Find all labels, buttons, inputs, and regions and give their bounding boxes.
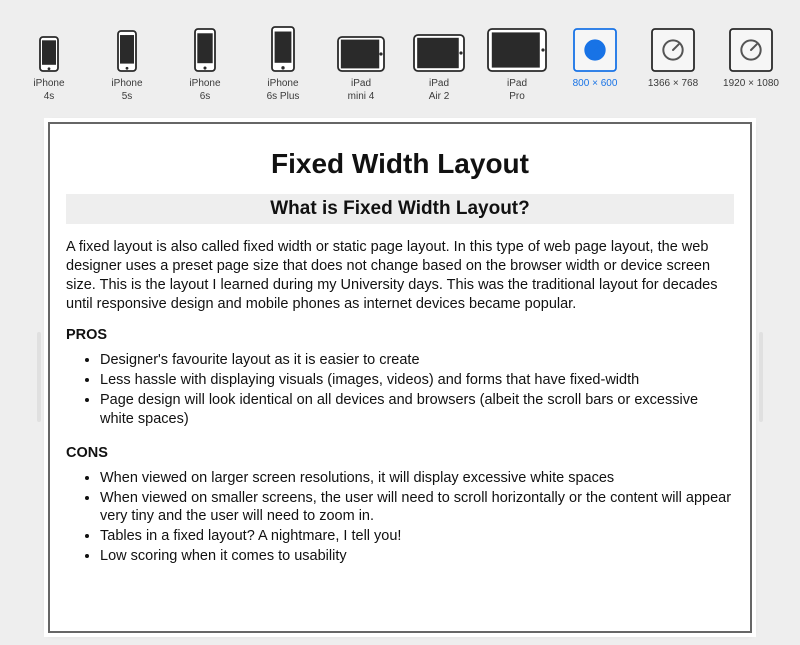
list-item: When viewed on larger screen resolutions… [100,469,734,488]
phone-device-icon [39,24,59,72]
device-label: iPad [507,78,527,91]
list-item: Designer's favourite layout as it is eas… [100,351,734,370]
preview-area: Fixed Width Layout What is Fixed Width L… [0,108,800,645]
list-item: Low scoring when it comes to usability [100,547,734,566]
list-item: Page design will look identical on all d… [100,391,734,429]
page-subtitle: What is Fixed Width Layout? [66,194,734,224]
tablet-device-icon [487,24,547,72]
device-label: iPhone [111,78,142,91]
device-label: iPhone [33,78,64,91]
device-label: iPad [429,78,449,91]
phone-device-icon [117,24,137,72]
device-option-desktop-1920[interactable]: 1920 × 1080 [721,24,781,91]
cons-heading: CONS [66,445,734,461]
device-label: 800 × 600 [573,78,618,91]
device-label: iPhone [189,78,220,91]
pros-list: Designer's favourite layout as it is eas… [66,351,734,428]
device-sublabel: Air 2 [429,91,450,104]
compass-icon [651,24,695,72]
device-option-iphone-6sp[interactable]: iPhone6s Plus [253,24,313,103]
phone-device-icon [271,24,295,72]
resize-handle-right[interactable] [759,332,763,422]
device-sublabel: 4s [44,91,55,104]
device-sublabel: mini 4 [348,91,375,104]
device-option-desktop-1366[interactable]: 1366 × 768 [643,24,703,91]
cons-list: When viewed on larger screen resolutions… [66,469,734,566]
device-sublabel: 5s [122,91,133,104]
list-item: When viewed on smaller screens, the user… [100,489,734,527]
device-option-iphone-5s[interactable]: iPhone5s [97,24,157,103]
device-option-ipad-pro[interactable]: iPadPro [487,24,547,103]
resize-handle-left[interactable] [37,332,41,422]
device-sublabel: 6s [200,91,211,104]
device-label: 1366 × 768 [648,78,698,91]
list-item: Tables in a fixed layout? A nightmare, I… [100,527,734,546]
device-option-iphone-6s[interactable]: iPhone6s [175,24,235,103]
device-option-desktop-800[interactable]: 800 × 600 [565,24,625,91]
device-sublabel: Pro [509,91,525,104]
compass-icon [573,24,617,72]
device-label: iPhone [267,78,298,91]
preview-frame: Fixed Width Layout What is Fixed Width L… [48,122,752,633]
intro-paragraph: A fixed layout is also called fixed widt… [66,238,734,313]
device-label: iPad [351,78,371,91]
compass-icon [729,24,773,72]
device-option-ipad-mini4[interactable]: iPadmini 4 [331,24,391,103]
page-title: Fixed Width Layout [66,148,734,180]
device-option-ipad-air2[interactable]: iPadAir 2 [409,24,469,103]
list-item: Less hassle with displaying visuals (ima… [100,371,734,390]
phone-device-icon [194,24,216,72]
pros-heading: PROS [66,327,734,343]
responsive-device-bar: iPhone4s iPhone5s iPhone6s iPhone6s Plus… [0,0,800,108]
device-sublabel: 6s Plus [267,91,300,104]
device-option-iphone-4s[interactable]: iPhone4s [19,24,79,103]
device-label: 1920 × 1080 [723,78,779,91]
tablet-device-icon [337,24,385,72]
tablet-device-icon [413,24,465,72]
